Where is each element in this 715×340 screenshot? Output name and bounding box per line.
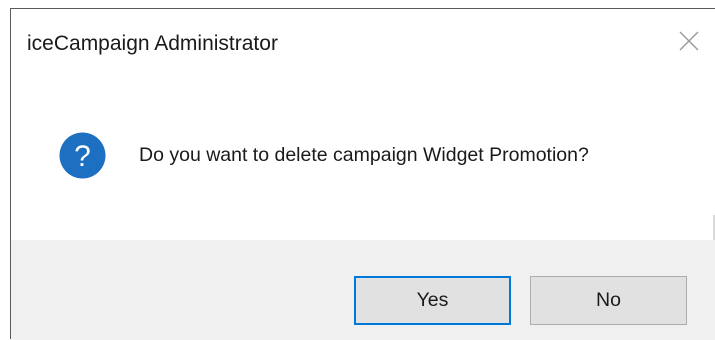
title-bar: iceCampaign Administrator	[11, 9, 715, 77]
close-button[interactable]	[669, 23, 709, 59]
button-bar: Yes No	[11, 240, 715, 340]
message-dialog: iceCampaign Administrator ? Do you want …	[10, 8, 715, 340]
dialog-content: ? Do you want to delete campaign Widget …	[11, 77, 715, 245]
svg-text:?: ?	[74, 140, 91, 173]
dialog-message: Do you want to delete campaign Widget Pr…	[139, 144, 589, 166]
no-button[interactable]: No	[530, 276, 687, 325]
close-icon	[679, 31, 699, 51]
dialog-title: iceCampaign Administrator	[27, 32, 278, 55]
yes-button[interactable]: Yes	[354, 276, 511, 325]
question-icon: ?	[59, 132, 106, 179]
